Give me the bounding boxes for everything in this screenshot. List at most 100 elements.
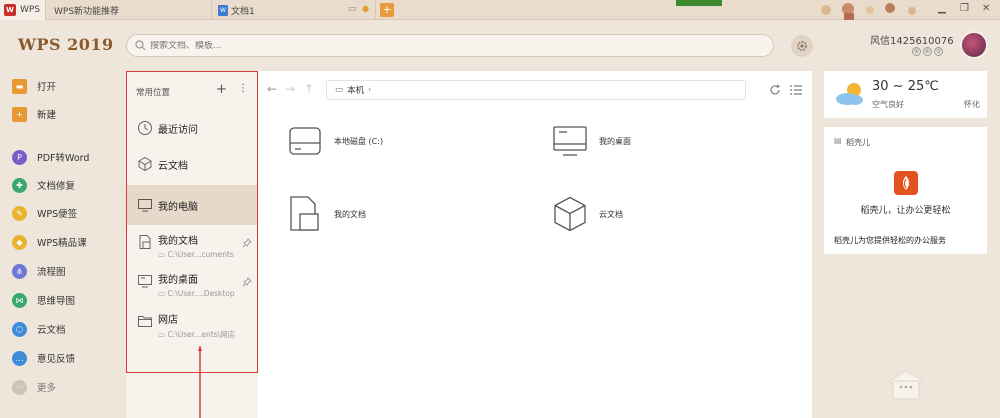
feedback-bubble-icon[interactable]	[889, 371, 923, 401]
path-bar: ← → ↑ ▭ 本机 ›	[258, 80, 812, 100]
nav-new[interactable]: + 新建	[12, 104, 56, 124]
location-label: 云文档	[158, 160, 188, 172]
writer-doc-icon: W	[218, 4, 228, 16]
common-locations-panel: 常用位置 + ⋮ 最近访问 云文档 我的电脑 我的文档 ▭ C:\User...…	[126, 71, 258, 418]
docer-logo-icon	[903, 176, 909, 190]
cloud-cube-icon	[554, 196, 586, 232]
nav-mindmap[interactable]: ⋈ 思维导图	[12, 290, 75, 310]
header: WPS 2019 风信1425610076 ④ ⑥ ⑤	[0, 21, 1000, 69]
nav-open[interactable]: ▬ 打开	[12, 76, 56, 96]
avatar[interactable]	[960, 31, 988, 59]
add-location-plus-icon[interactable]: +	[216, 82, 227, 97]
restore-icon[interactable]: ❐	[960, 3, 969, 14]
docer-title: 稻壳儿	[846, 138, 870, 147]
location-path: ▭ C:\User....Desktop	[158, 289, 235, 298]
more-icon: ···	[12, 379, 27, 395]
settings-button[interactable]	[791, 35, 813, 57]
location-my-computer[interactable]: 我的电脑	[126, 185, 258, 225]
tab-new-features[interactable]: WPS新功能推荐	[46, 0, 212, 20]
location-recent[interactable]: 最近访问	[126, 117, 258, 139]
user-name[interactable]: 风信1425610076	[870, 32, 954, 47]
feedback-icon: …	[12, 350, 27, 366]
item-label: 我的文档	[334, 209, 366, 219]
note-icon: ✎	[12, 205, 27, 221]
computer-icon: ▭	[335, 85, 344, 95]
folder-icon	[138, 316, 152, 327]
red-arrow-icon	[198, 345, 202, 418]
location-cloud-docs[interactable]: 云文档	[126, 153, 258, 175]
nav-label: 意见反馈	[37, 354, 76, 365]
search-box[interactable]	[126, 34, 774, 57]
location-path: ▭ C:\User...cuments	[158, 250, 234, 259]
nav-label: WPS精品课	[37, 238, 87, 249]
item-my-documents[interactable]: 我的文档	[288, 196, 366, 232]
nav-doc-repair[interactable]: ✚ 文档修复	[12, 175, 75, 195]
nav-cloud-docs[interactable]: ⬡ 云文档	[12, 319, 66, 339]
minimize-icon[interactable]: ▁	[938, 3, 946, 14]
coin-badge-icon[interactable]: ⑤	[934, 47, 943, 56]
breadcrumb[interactable]: ▭ 本机 ›	[326, 80, 746, 100]
nav-label: 思维导图	[37, 296, 76, 307]
pin-icon[interactable]	[242, 277, 252, 287]
pdf-icon: P	[12, 149, 27, 165]
clock-icon	[138, 121, 152, 135]
nav-label: 打开	[37, 82, 57, 93]
location-label: 最近访问	[158, 124, 198, 136]
nav-label: 文档修复	[37, 181, 76, 192]
location-my-documents[interactable]: 我的文档 ▭ C:\User...cuments	[126, 232, 258, 268]
unsaved-dot-icon[interactable]: ●	[362, 4, 369, 13]
pin-icon[interactable]	[242, 238, 252, 248]
location-online-store[interactable]: 网店 ▭ C:\User...ents\网店	[126, 311, 258, 347]
up-arrow-icon[interactable]: ↑	[304, 82, 314, 96]
nav-more[interactable]: ··· 更多	[12, 377, 56, 397]
breadcrumb-item[interactable]: 本机	[347, 84, 364, 96]
list-view-icon[interactable]	[789, 83, 803, 97]
back-arrow-icon[interactable]: ←	[267, 82, 277, 96]
tab-document[interactable]: W 文档1 ▭ ●	[212, 0, 376, 20]
chevron-right-icon[interactable]: ›	[368, 85, 371, 95]
search-input[interactable]	[150, 40, 750, 51]
item-local-disk[interactable]: 本地磁盘 (C:)	[288, 124, 383, 158]
item-my-desktop[interactable]: 我的桌面	[553, 124, 631, 158]
item-cloud-docs[interactable]: 云文档	[553, 196, 623, 232]
mindmap-icon: ⋈	[12, 292, 27, 308]
nav-feedback[interactable]: … 意见反馈	[12, 348, 75, 368]
tab-label: WPS	[20, 5, 41, 15]
desktop-icon	[138, 275, 152, 288]
nav-label: PDF转Word	[37, 153, 90, 164]
location-label: 网店	[158, 315, 178, 326]
nav-label: 云文档	[37, 325, 66, 336]
file-browser: ← → ↑ ▭ 本机 › 本地磁盘 (C:) 我的桌面 我的文档 云文档	[258, 71, 812, 418]
new-tab-plus-icon[interactable]: +	[380, 3, 394, 17]
tab-label: WPS新功能推荐	[54, 6, 120, 17]
vip-badge-icon[interactable]: ⑥	[923, 47, 932, 56]
air-quality: 空气良好	[872, 100, 904, 109]
forward-arrow-icon[interactable]: →	[285, 82, 295, 96]
computer-icon	[138, 199, 152, 212]
docer-service[interactable]: 稻壳儿为您提供轻松的办公服务	[834, 235, 946, 246]
location-label: 我的文档	[158, 236, 198, 247]
close-icon[interactable]: ✕	[982, 3, 990, 14]
tab-label: 文档1	[231, 6, 255, 17]
nav-flowchart[interactable]: ⋔ 流程图	[12, 261, 66, 281]
disk-icon	[289, 127, 321, 155]
nav-wps-course[interactable]: ◆ WPS精品课	[12, 232, 87, 252]
brand-logo: WPS 2019	[18, 35, 114, 54]
docer-card[interactable]: ▤ 稻壳儿 稻壳儿，让办公更轻松 稻壳儿为您提供轻松的办公服务	[824, 127, 987, 254]
city[interactable]: 怀化	[964, 99, 980, 110]
more-vertical-icon[interactable]: ⋮	[238, 83, 248, 94]
weather-card[interactable]: 30 ~ 25℃ 空气良好 怀化	[824, 71, 987, 118]
location-my-desktop[interactable]: 我的桌面 ▭ C:\User....Desktop	[126, 271, 258, 307]
document-icon	[139, 235, 151, 249]
left-nav: ▬ 打开 + 新建 P PDF转Word ✚ 文档修复 ✎ WPS便签 ◆ WP…	[0, 72, 120, 418]
docer-logo	[894, 171, 918, 195]
refresh-icon[interactable]	[768, 83, 782, 97]
brand-text: WPS 2019	[18, 35, 114, 54]
flowchart-icon: ⋔	[12, 263, 27, 279]
nav-pdf-to-word[interactable]: P PDF转Word	[12, 147, 89, 167]
desktop-icon	[553, 126, 587, 156]
level-badge-icon[interactable]: ④	[912, 47, 921, 56]
partly-cloudy-icon	[836, 83, 863, 105]
tab-wps[interactable]: W WPS	[0, 0, 46, 20]
nav-wps-note[interactable]: ✎ WPS便签	[12, 203, 77, 223]
